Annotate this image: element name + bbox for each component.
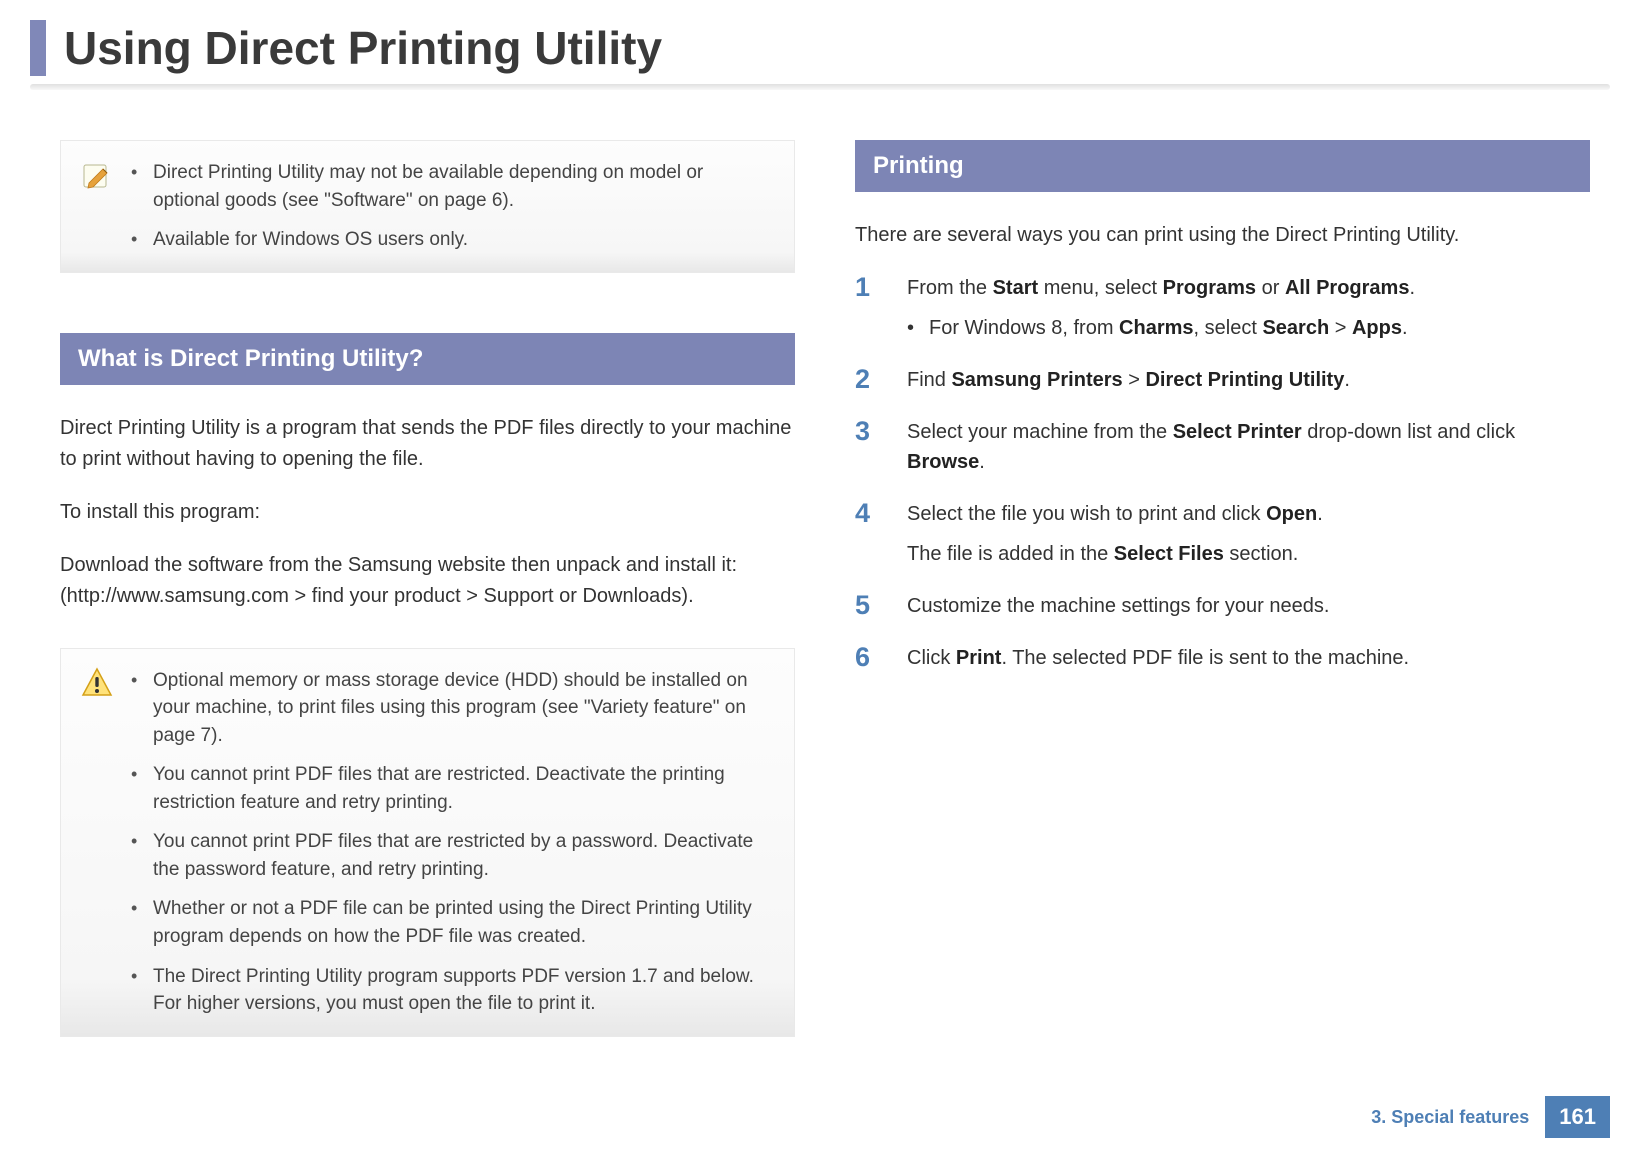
- step-body: Select the file you wish to print and cl…: [907, 499, 1590, 569]
- title-bar: Using Direct Printing Utility: [30, 20, 1610, 76]
- step-subitem: For Windows 8, from Charms, select Searc…: [907, 313, 1590, 343]
- step-number: 2: [855, 365, 883, 395]
- warning-item: Optional memory or mass storage device (…: [131, 667, 770, 750]
- step-4: 4 Select the file you wish to print and …: [855, 499, 1590, 569]
- header-underline: [30, 84, 1610, 90]
- step-body: Select your machine from the Select Prin…: [907, 417, 1590, 477]
- page-header: Using Direct Printing Utility: [0, 0, 1650, 100]
- t: .: [1344, 369, 1350, 391]
- body-paragraph: To install this program:: [60, 497, 795, 528]
- step-body: From the Start menu, select Programs or …: [907, 273, 1590, 343]
- step-text: Select the file you wish to print and cl…: [907, 499, 1590, 529]
- step-5: 5 Customize the machine settings for you…: [855, 591, 1590, 621]
- note-item: Direct Printing Utility may not be avail…: [131, 159, 770, 214]
- body-paragraph: Direct Printing Utility is a program tha…: [60, 413, 795, 475]
- printing-intro: There are several ways you can print usi…: [855, 220, 1590, 251]
- step-text: Find Samsung Printers > Direct Printing …: [907, 365, 1590, 395]
- note-list: Direct Printing Utility may not be avail…: [131, 159, 770, 254]
- right-column: Printing There are several ways you can …: [855, 140, 1590, 1037]
- step-body: Click Print. The selected PDF file is se…: [907, 643, 1590, 673]
- pencil-note-icon: [81, 159, 113, 191]
- step-3: 3 Select your machine from the Select Pr…: [855, 417, 1590, 477]
- step-6: 6 Click Print. The selected PDF file is …: [855, 643, 1590, 673]
- step-2: 2 Find Samsung Printers > Direct Printin…: [855, 365, 1590, 395]
- t: >: [1329, 317, 1352, 339]
- t: .: [979, 451, 985, 473]
- step-body: Customize the machine settings for your …: [907, 591, 1590, 621]
- t: From the: [907, 277, 993, 299]
- t: >: [1123, 369, 1146, 391]
- b: Search: [1262, 317, 1329, 339]
- t: menu, select: [1038, 277, 1163, 299]
- b: Direct Printing Utility: [1145, 369, 1344, 391]
- b: Select Printer: [1173, 421, 1302, 443]
- t: .: [1409, 277, 1415, 299]
- t: drop-down list and click: [1302, 421, 1515, 443]
- step-text: The file is added in the Select Files se…: [907, 539, 1590, 569]
- steps-list: 1 From the Start menu, select Programs o…: [855, 273, 1590, 673]
- t: The file is added in the: [907, 543, 1114, 565]
- t: Select your machine from the: [907, 421, 1173, 443]
- t: . The selected PDF file is sent to the m…: [1001, 647, 1409, 669]
- content-columns: Direct Printing Utility may not be avail…: [0, 100, 1650, 1037]
- title-accent-bar: [30, 20, 46, 76]
- t: or: [1256, 277, 1285, 299]
- t: section.: [1224, 543, 1298, 565]
- step-number: 6: [855, 643, 883, 673]
- step-text: From the Start menu, select Programs or …: [907, 273, 1590, 303]
- b: Browse: [907, 451, 979, 473]
- b: Apps: [1352, 317, 1402, 339]
- t: For Windows 8, from: [929, 317, 1119, 339]
- warning-item: Whether or not a PDF file can be printed…: [131, 895, 770, 950]
- step-body: Find Samsung Printers > Direct Printing …: [907, 365, 1590, 395]
- step-text: Click Print. The selected PDF file is se…: [907, 643, 1590, 673]
- warning-item: You cannot print PDF files that are rest…: [131, 828, 770, 883]
- step-text: Customize the machine settings for your …: [907, 591, 1590, 621]
- step-text: Select your machine from the Select Prin…: [907, 417, 1590, 477]
- b: All Programs: [1285, 277, 1409, 299]
- b: Samsung Printers: [951, 369, 1122, 391]
- t: .: [1317, 503, 1323, 525]
- b: Print: [956, 647, 1002, 669]
- step-number: 3: [855, 417, 883, 447]
- warning-box: Optional memory or mass storage device (…: [60, 648, 795, 1037]
- step-number: 5: [855, 591, 883, 621]
- note-box: Direct Printing Utility may not be avail…: [60, 140, 795, 273]
- warning-item: The Direct Printing Utility program supp…: [131, 963, 770, 1018]
- b: Start: [993, 277, 1039, 299]
- b: Select Files: [1114, 543, 1224, 565]
- t: Find: [907, 369, 951, 391]
- t: Click: [907, 647, 956, 669]
- t: Select the file you wish to print and cl…: [907, 503, 1266, 525]
- warning-icon: [81, 667, 113, 699]
- b: Charms: [1119, 317, 1193, 339]
- t: , select: [1194, 317, 1263, 339]
- left-column: Direct Printing Utility may not be avail…: [60, 140, 795, 1037]
- step-1: 1 From the Start menu, select Programs o…: [855, 273, 1590, 343]
- page-footer: 3. Special features 161: [1355, 1096, 1610, 1138]
- step-number: 4: [855, 499, 883, 529]
- b: Programs: [1163, 277, 1256, 299]
- body-paragraph: Download the software from the Samsung w…: [60, 550, 795, 612]
- b: Open: [1266, 503, 1317, 525]
- t: .: [1402, 317, 1408, 339]
- warning-item: You cannot print PDF files that are rest…: [131, 761, 770, 816]
- step-sublist: For Windows 8, from Charms, select Searc…: [907, 313, 1590, 343]
- section-heading-printing: Printing: [855, 140, 1590, 192]
- section-heading-what-is: What is Direct Printing Utility?: [60, 333, 795, 385]
- note-item: Available for Windows OS users only.: [131, 226, 770, 254]
- step-number: 1: [855, 273, 883, 303]
- footer-page-number: 161: [1545, 1096, 1610, 1138]
- page-title: Using Direct Printing Utility: [64, 21, 662, 75]
- footer-chapter: 3. Special features: [1355, 1099, 1545, 1136]
- warning-list: Optional memory or mass storage device (…: [131, 667, 770, 1018]
